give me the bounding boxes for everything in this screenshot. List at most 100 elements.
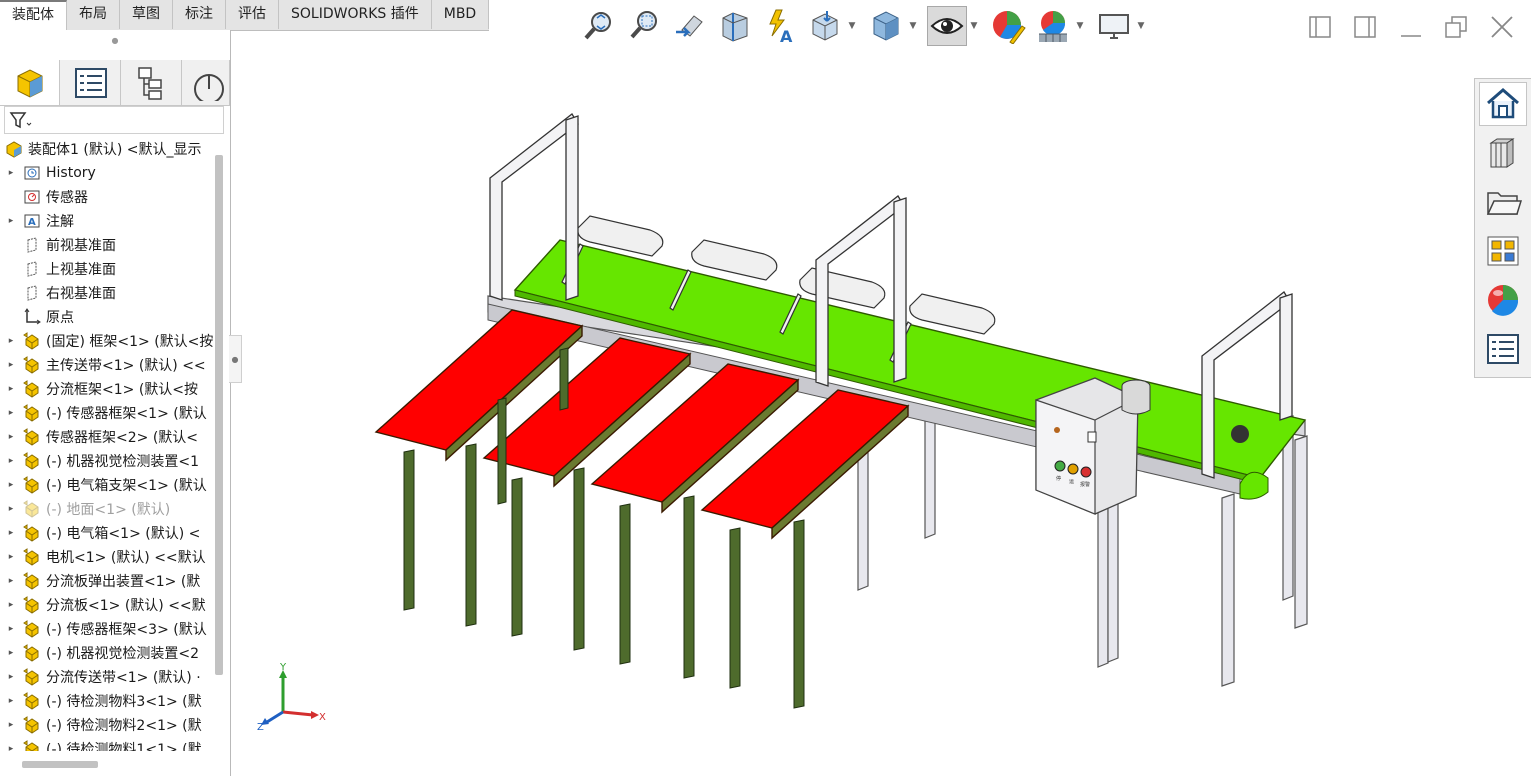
hide-show-dropdown[interactable]: ▼ [968,6,980,46]
tree-item[interactable]: ▸ (-) 待检测物料1<1> (默 [0,737,213,751]
expand-arrow-icon[interactable]: ▸ [6,384,16,394]
task-pane-appearances-button[interactable] [1479,278,1527,322]
tree-item[interactable]: ▸ (-) 机器视觉检测装置<2 [0,641,213,665]
view-palette-icon [1487,236,1519,266]
expand-arrow-icon[interactable]: ▸ [6,648,16,658]
tree-item[interactable]: ▸ (-) 电气箱<1> (默认) < [0,521,213,545]
tab-mbd[interactable]: MBD [432,0,490,29]
tree-item[interactable]: ▸ (-) 传感器框架<1> (默认 [0,401,213,425]
task-pane-view-palette-button[interactable] [1479,229,1527,273]
tab-markup[interactable]: 标注 [173,0,226,29]
tree-item[interactable]: ▸ 分流传送带<1> (默认) · [0,665,213,689]
tree-vertical-scrollbar[interactable] [215,155,223,675]
tree-item[interactable]: ▸ History [0,161,213,185]
expand-arrow-icon[interactable]: ▸ [6,456,16,466]
expand-arrow-icon[interactable]: ▸ [6,624,16,634]
tree-item[interactable]: ▸ 主传送带<1> (默认) << [0,353,213,377]
tree-item[interactable]: ▸ 电机<1> (默认) <<默认 [0,545,213,569]
expand-arrow-icon[interactable]: ▸ [6,672,16,682]
view-orientation-button[interactable] [805,6,845,46]
task-pane-home-button[interactable] [1479,82,1527,126]
view-settings-button[interactable] [1094,6,1134,46]
display-style-icon [873,11,899,41]
expand-arrow-icon[interactable]: ▸ [6,720,16,730]
tree-item[interactable]: ▸ (-) 机器视觉检测装置<1 [0,449,213,473]
display-style-button[interactable] [866,6,906,46]
hide-show-items-button[interactable] [927,6,967,46]
tab-dimxpert-manager[interactable] [183,60,230,105]
component-icon [22,691,42,711]
zoom-to-fit-button[interactable] [580,6,620,46]
tree-filter-bar[interactable] [4,106,224,134]
tree-item[interactable]: ▸ (-) 传感器框架<3> (默认 [0,617,213,641]
expand-arrow-icon[interactable]: ▸ [6,696,16,706]
svg-text:A: A [28,217,36,228]
task-pane-design-library-button[interactable] [1479,131,1527,175]
expand-arrow-icon[interactable]: ▸ [6,360,16,370]
restore-button[interactable] [1441,12,1471,42]
tab-addins[interactable]: SOLIDWORKS 插件 [279,0,432,29]
component-icon [22,571,42,591]
expand-arrow-icon[interactable]: ▸ [6,216,16,226]
tree-item[interactable]: ▸ A 注解 [0,209,213,233]
expand-arrow-icon[interactable]: ▸ [6,432,16,442]
tree-item[interactable]: ▸ (-) 电气箱支架<1> (默认 [0,473,213,497]
tab-assembly[interactable]: 装配体 [0,0,67,30]
apply-scene-dropdown[interactable]: ▼ [1074,6,1086,46]
apply-scene-button[interactable] [1033,6,1073,46]
tree-item[interactable]: ▸ 分流板弹出装置<1> (默 [0,569,213,593]
component-icon [22,355,42,375]
tree-item[interactable]: ▸ (-) 地面<1> (默认) [0,497,213,521]
tree-item[interactable]: 传感器 [0,185,213,209]
tree-item[interactable]: ▸ 分流框架<1> (默认<按 [0,377,213,401]
dynamic-annotation-button[interactable]: A [760,6,800,46]
task-pane-custom-properties-button[interactable] [1479,327,1527,371]
zoom-to-area-icon [630,11,657,39]
tree-item[interactable]: 前视基准面 [0,233,213,257]
expand-arrow-icon[interactable]: ▸ [6,168,16,178]
expand-arrow-icon[interactable]: ▸ [6,600,16,610]
tab-sketch[interactable]: 草图 [120,0,173,29]
expand-arrow-icon[interactable]: ▸ [6,480,16,490]
tab-property-manager[interactable] [61,60,121,105]
tab-layout[interactable]: 布局 [67,0,120,29]
tab-feature-manager[interactable] [0,60,60,105]
minimize-button[interactable] [1396,12,1426,42]
edit-appearance-button[interactable] [988,6,1028,46]
expand-arrow-icon[interactable]: ▸ [6,576,16,586]
tree-item[interactable]: ▸ 传感器框架<2> (默认< [0,425,213,449]
panel-grip-icon[interactable]: ● [0,36,230,45]
expand-arrow-icon[interactable]: ▸ [6,552,16,562]
tree-item[interactable]: 上视基准面 [0,257,213,281]
zoom-to-area-button[interactable] [625,6,665,46]
tree-horizontal-scrollbar[interactable] [22,761,98,768]
tile-right-button[interactable] [1350,12,1380,42]
task-pane-file-explorer-button[interactable] [1479,180,1527,224]
view-settings-dropdown[interactable]: ▼ [1135,6,1147,46]
graphics-area[interactable]: 停 运 报警 [240,55,1470,770]
expand-arrow-icon[interactable]: ▸ [6,504,16,514]
previous-view-button[interactable] [670,6,710,46]
expand-arrow-icon[interactable]: ▸ [6,744,16,751]
tree-item[interactable]: ▸ (-) 待检测物料3<1> (默 [0,689,213,713]
tree-item[interactable]: ▸ (固定) 框架<1> (默认<按 [0,329,213,353]
tab-evaluate[interactable]: 评估 [226,0,279,29]
tree-root-assembly[interactable]: 装配体1 (默认) <默认_显示 [0,137,213,161]
filter-icon [9,112,32,129]
tile-left-button[interactable] [1305,12,1335,42]
view-orientation-dropdown[interactable]: ▼ [846,6,858,46]
tree-item[interactable]: 右视基准面 [0,281,213,305]
tab-configuration-manager[interactable] [122,60,182,105]
tree-item[interactable]: 原点 [0,305,213,329]
close-button[interactable] [1487,12,1517,42]
tree-item[interactable]: ▸ 分流板<1> (默认) <<默 [0,593,213,617]
tree-item[interactable]: ▸ (-) 待检测物料2<1> (默 [0,713,213,737]
tree-item-label: 传感器 [46,190,88,206]
expand-arrow-icon[interactable]: ▸ [6,528,16,538]
origin-icon [22,307,42,327]
feature-tree: 装配体1 (默认) <默认_显示 ▸ History 传感器 ▸ A 注解 前视基准面 上视基准… [0,137,213,751]
expand-arrow-icon[interactable]: ▸ [6,336,16,346]
section-view-button[interactable] [715,6,755,46]
expand-arrow-icon[interactable]: ▸ [6,408,16,418]
display-style-dropdown[interactable]: ▼ [907,6,919,46]
